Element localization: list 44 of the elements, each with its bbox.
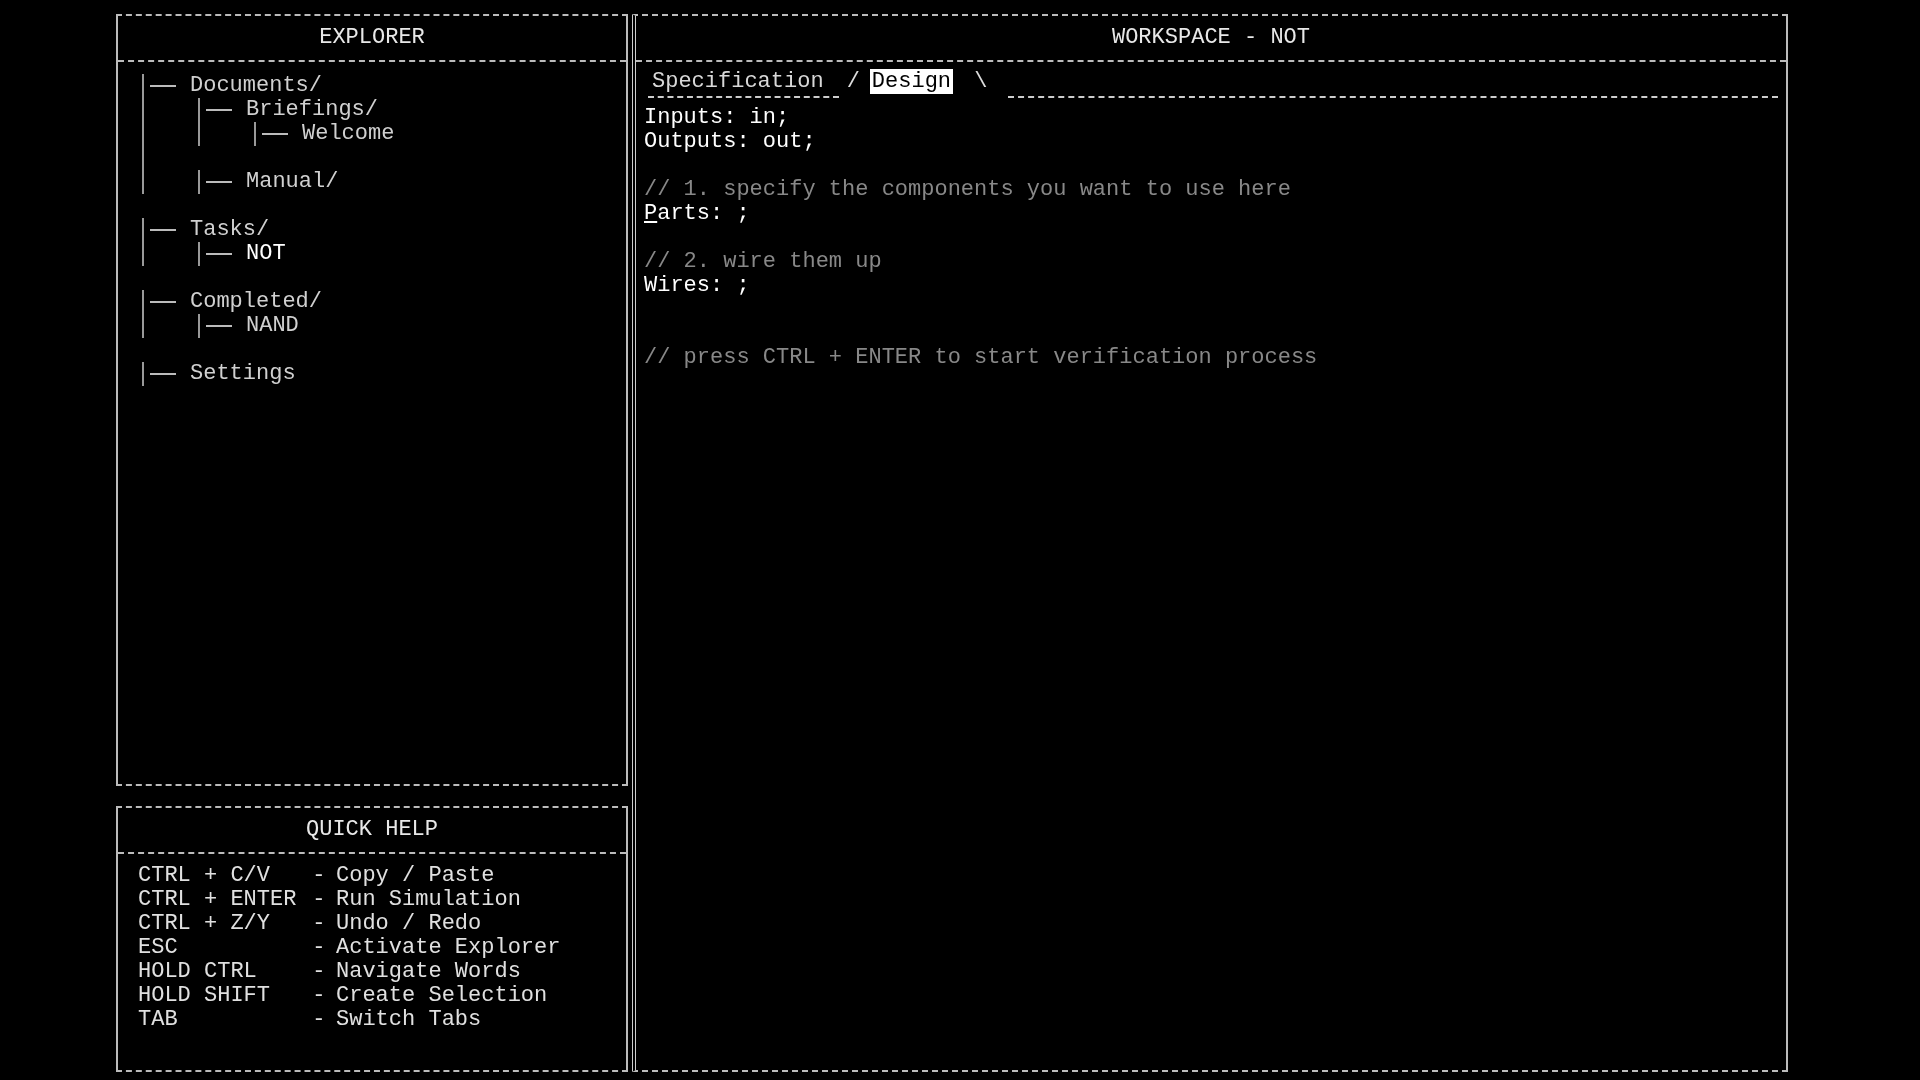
- shortcut-keys: HOLD SHIFT: [138, 984, 313, 1008]
- editor-tab[interactable]: Specification: [650, 69, 826, 94]
- tree-item[interactable]: Settings: [190, 362, 296, 386]
- tree-item[interactable]: Tasks/: [190, 218, 270, 242]
- shortcut-keys: TAB: [138, 1008, 313, 1032]
- shortcut-keys: CTRL + Z/Y: [138, 912, 313, 936]
- shortcut-action: Activate Explorer: [336, 936, 561, 960]
- tree-item[interactable]: NOT: [246, 242, 286, 266]
- shortcut-keys: HOLD CTRL: [138, 960, 313, 984]
- shortcut-action: Run Simulation: [336, 888, 521, 912]
- shortcut-dash: -: [312, 912, 327, 936]
- panel-title: QUICK HELP: [306, 817, 438, 842]
- code-line: Parts: ;: [644, 202, 750, 226]
- comment-line: // 1. specify the components you want to use here: [644, 178, 1291, 202]
- tree-item[interactable]: Briefings/: [246, 98, 379, 122]
- shortcut-dash: -: [312, 1008, 327, 1032]
- shortcut-dash: -: [312, 864, 327, 888]
- shortcut-dash: -: [312, 960, 327, 984]
- panel-title: WORKSPACE - NOT: [1111, 25, 1310, 50]
- code-line: Wires: ;: [644, 274, 750, 298]
- tree-item[interactable]: NAND: [246, 314, 299, 338]
- shortcut-keys: ESC: [138, 936, 313, 960]
- shortcut-action: Switch Tabs: [336, 1008, 482, 1032]
- shortcut-keys: CTRL + ENTER: [138, 888, 313, 912]
- shortcut-dash: -: [312, 888, 327, 912]
- shortcut-action: Create Selection: [336, 984, 548, 1008]
- shortcut-dash: -: [312, 936, 327, 960]
- shortcut-action: Copy / Paste: [336, 864, 495, 888]
- shortcut-action: Undo / Redo: [336, 912, 482, 936]
- shortcut-action: Navigate Words: [336, 960, 521, 984]
- tree-item[interactable]: Completed/: [190, 290, 323, 314]
- shortcut-dash: -: [312, 984, 327, 1008]
- comment-line: // press CTRL + ENTER to start verification process: [644, 346, 1318, 370]
- shortcut-keys: CTRL + C/V: [138, 864, 313, 888]
- tab-divider: /: [845, 70, 861, 96]
- tree-item[interactable]: Welcome: [302, 122, 395, 146]
- editor-tab[interactable]: Design: [869, 69, 954, 94]
- panel-title: EXPLORER: [319, 25, 425, 50]
- tree-item[interactable]: Documents/: [190, 74, 323, 98]
- tree-item[interactable]: Manual/: [246, 170, 339, 194]
- code-line: Inputs: in;: [644, 106, 790, 130]
- comment-line: // 2. wire them up: [644, 250, 882, 274]
- code-line: Outputs: out;: [644, 130, 816, 154]
- tab-divider: \: [973, 70, 989, 96]
